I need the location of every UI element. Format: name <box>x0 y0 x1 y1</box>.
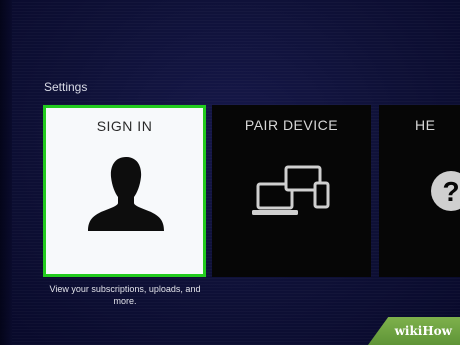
sign-in-caption: View your subscriptions, uploads, and mo… <box>49 284 201 306</box>
sign-in-label: SIGN IN <box>96 118 153 134</box>
settings-section-title: Settings <box>44 80 88 94</box>
help-question-icon: ? <box>431 171 460 211</box>
sign-in-tile[interactable]: SIGN IN <box>43 105 206 277</box>
help-label: HE <box>415 117 436 133</box>
person-silhouette-icon <box>88 157 164 231</box>
pair-device-tile[interactable]: PAIR DEVICE <box>212 105 371 277</box>
devices-icon <box>252 165 330 215</box>
help-tile[interactable]: HE ? <box>379 105 460 277</box>
svg-text:?: ? <box>442 176 459 207</box>
screen-left-edge <box>0 0 12 345</box>
wikihow-watermark: wikiHow <box>368 317 460 345</box>
pair-device-label: PAIR DEVICE <box>244 117 339 133</box>
